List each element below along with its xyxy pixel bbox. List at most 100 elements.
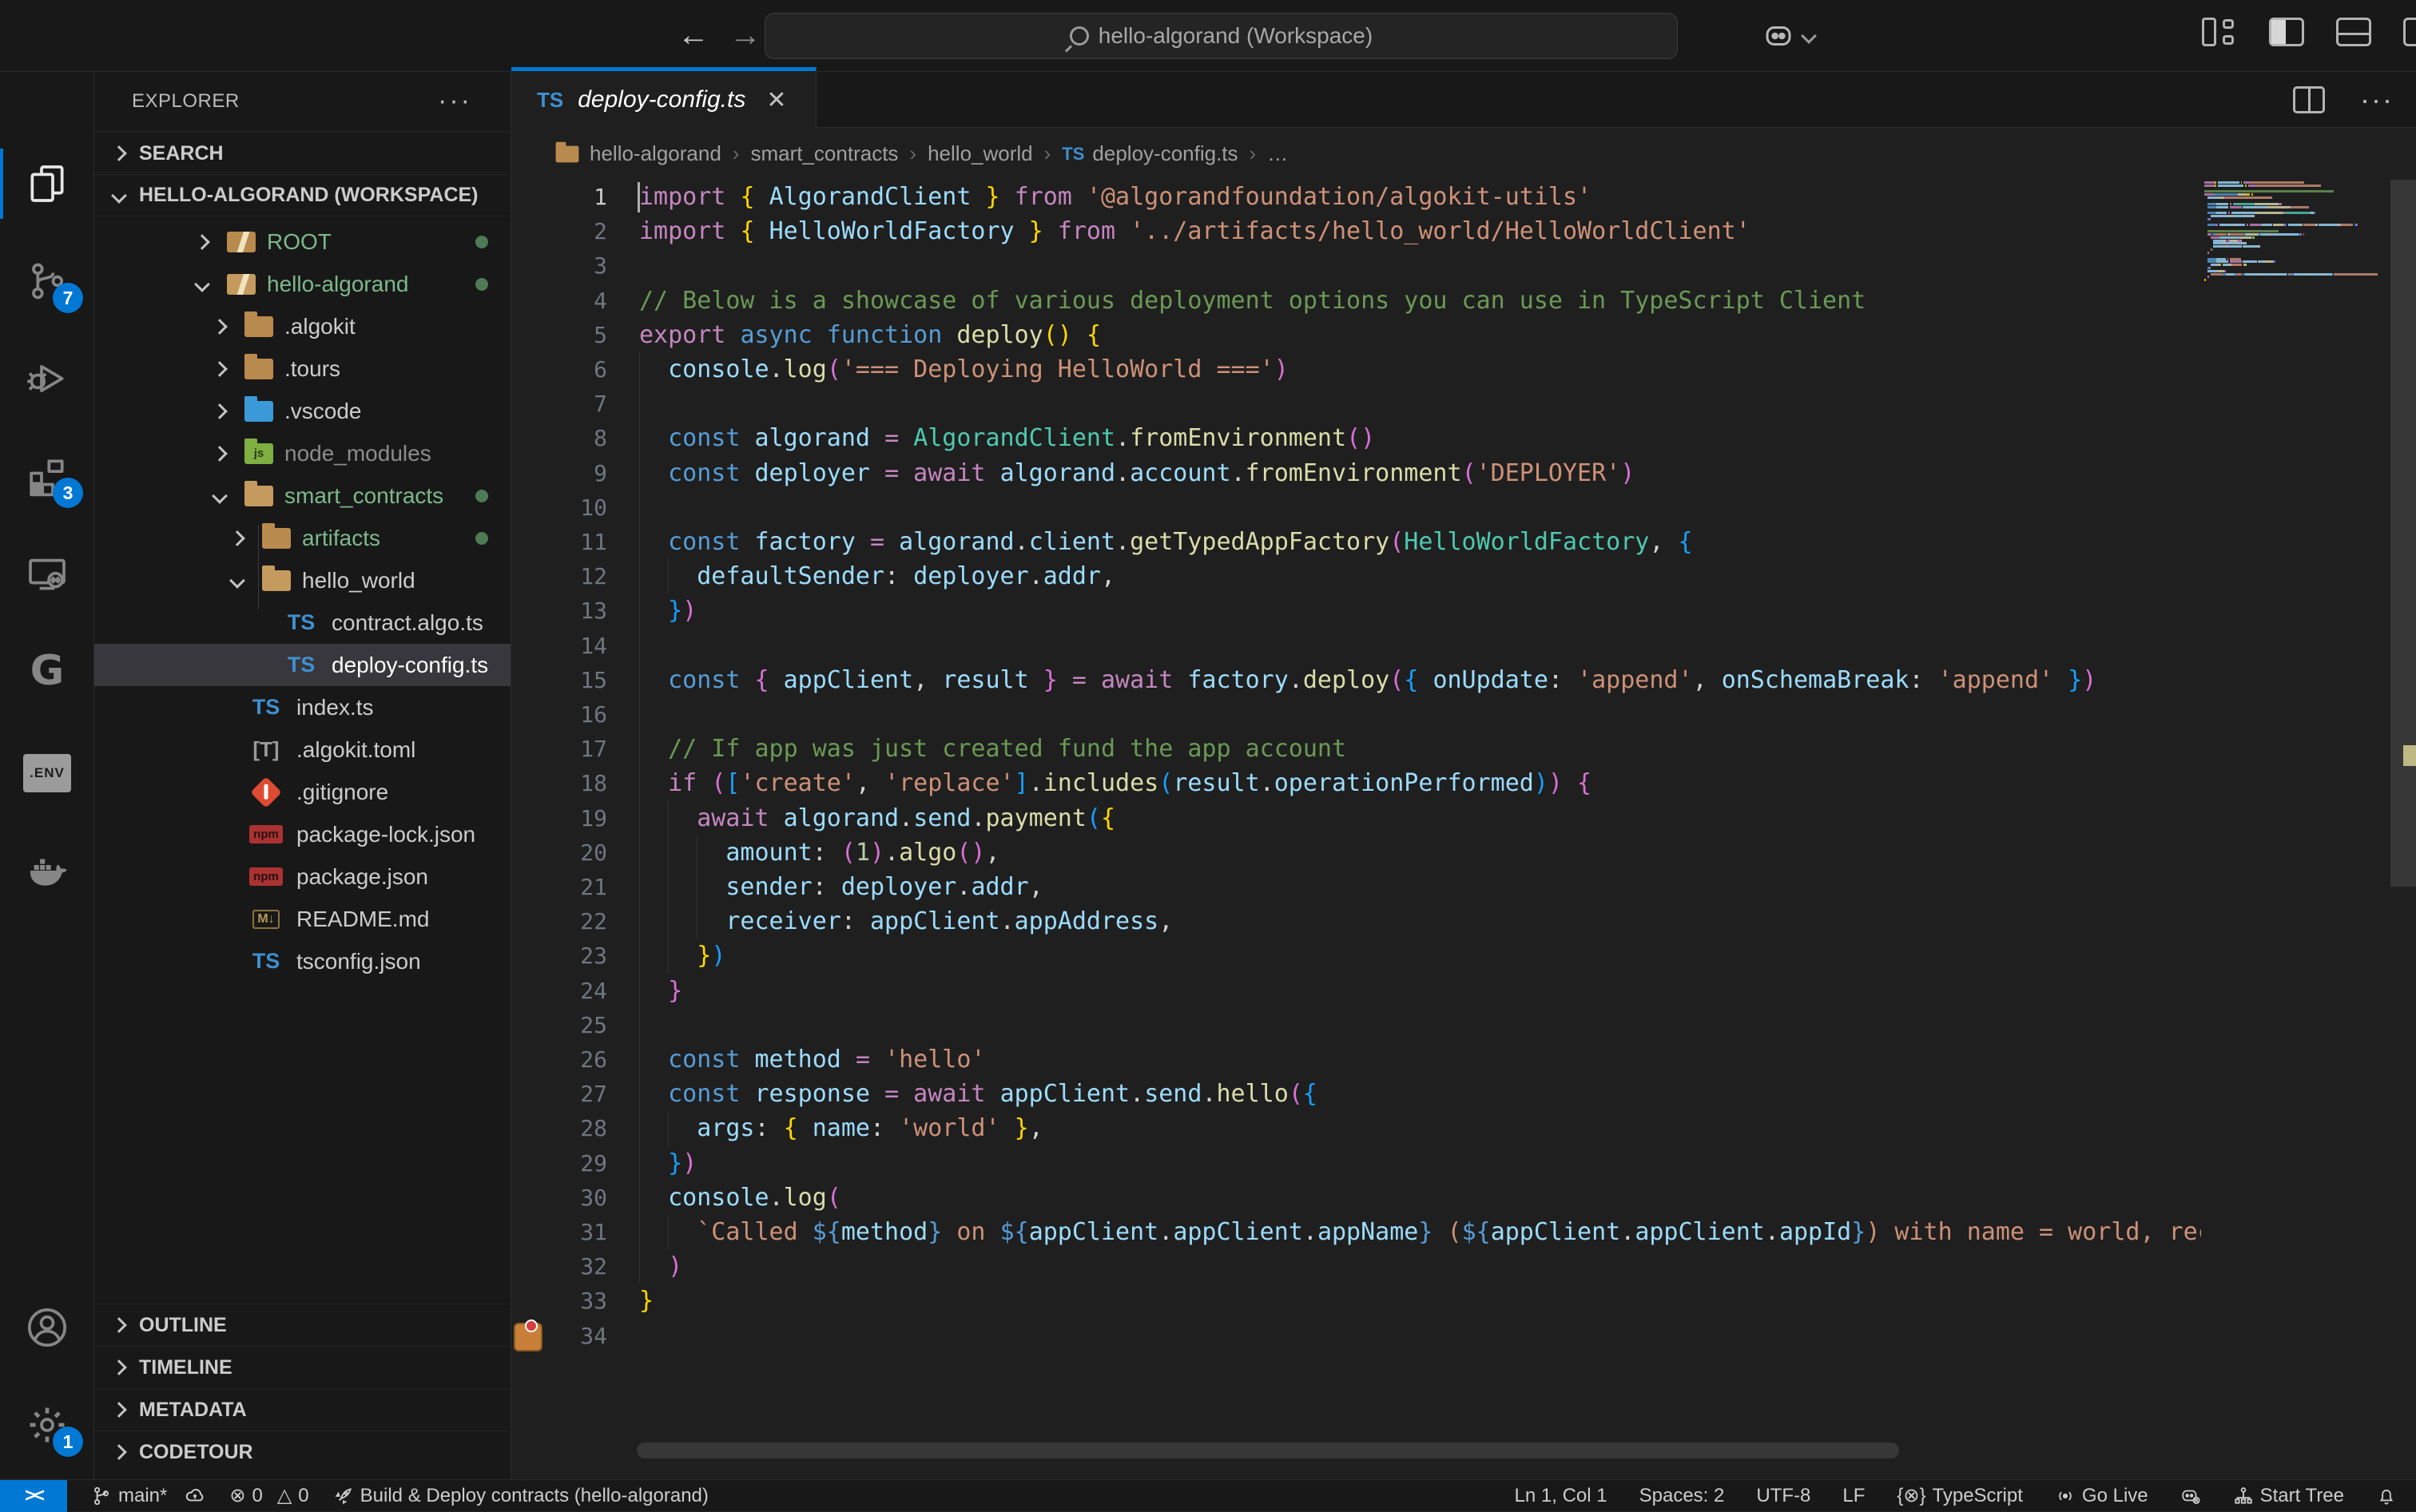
section-workspace[interactable]: HELLO-ALGORAND (WORKSPACE) xyxy=(94,174,511,216)
line-number[interactable]: 21 xyxy=(511,870,607,904)
g-logo-icon[interactable]: G xyxy=(0,629,94,712)
command-center-search[interactable]: hello-algorand (Workspace) xyxy=(765,13,1678,59)
section-metadata[interactable]: METADATA xyxy=(94,1388,511,1431)
notifications-button[interactable] xyxy=(2376,1486,2397,1506)
codetour-marker-icon[interactable] xyxy=(514,1323,542,1351)
settings-gear-icon[interactable]: 1 xyxy=(0,1383,94,1466)
line-number[interactable]: 18 xyxy=(511,766,607,800)
code-line-21[interactable]: sender: deployer.addr, xyxy=(639,870,2201,904)
code-line-3[interactable] xyxy=(639,248,2201,283)
code-line-16[interactable] xyxy=(639,697,2201,732)
tree-item-deploy-config-ts[interactable]: TSdeploy-config.ts xyxy=(94,644,511,686)
breadcrumb-item[interactable]: smart_contracts xyxy=(750,141,898,166)
breadcrumb-item[interactable]: hello-algorand xyxy=(590,141,721,166)
code-line-27[interactable]: const response = await appClient.send.he… xyxy=(639,1077,2201,1111)
line-number[interactable]: 1 xyxy=(511,180,607,214)
tree-item--tours[interactable]: .tours xyxy=(94,347,511,390)
task-button[interactable]: Build & Deploy contracts (hello-algorand… xyxy=(333,1485,709,1507)
close-icon[interactable]: ✕ xyxy=(766,86,786,114)
code-line-32[interactable]: ) xyxy=(639,1249,2201,1284)
tree-item--gitignore[interactable]: .gitignore xyxy=(94,771,511,813)
problems-button[interactable]: ⊗ 0 △ 0 xyxy=(229,1484,308,1507)
code-line-6[interactable]: console.log('=== Deploying HelloWorld ==… xyxy=(639,352,2201,387)
section-outline[interactable]: OUTLINE xyxy=(94,1304,511,1346)
copilot-status-button[interactable] xyxy=(2180,1486,2201,1506)
line-number[interactable]: 28 xyxy=(511,1111,607,1145)
code-line-23[interactable]: }) xyxy=(639,939,2201,973)
code-line-5[interactable]: export async function deploy() { xyxy=(639,318,2201,352)
line-number[interactable]: 24 xyxy=(511,974,607,1008)
line-number[interactable]: 8 xyxy=(511,421,607,455)
code-line-33[interactable]: } xyxy=(639,1284,2201,1318)
code-line-28[interactable]: args: { name: 'world' }, xyxy=(639,1111,2201,1145)
code-line-22[interactable]: receiver: appClient.appAddress, xyxy=(639,904,2201,939)
code-line-24[interactable]: } xyxy=(639,974,2201,1008)
line-number[interactable]: 2 xyxy=(511,214,607,248)
tree-item-smart-contracts[interactable]: smart_contracts xyxy=(94,474,511,517)
code-line-20[interactable]: amount: (1).algo(), xyxy=(639,835,2201,870)
code-line-29[interactable]: }) xyxy=(639,1146,2201,1181)
line-number[interactable]: 27 xyxy=(511,1077,607,1111)
line-number[interactable]: 26 xyxy=(511,1042,607,1077)
line-number[interactable]: 12 xyxy=(511,559,607,593)
nav-forward-button[interactable]: → xyxy=(723,0,768,72)
tree-item-package-lock-json[interactable]: npmpackage-lock.json xyxy=(94,813,511,855)
line-number[interactable]: 31 xyxy=(511,1215,607,1249)
code-line-18[interactable]: if (['create', 'replace'].includes(resul… xyxy=(639,766,2201,800)
tree-item-readme-md[interactable]: M↓README.md xyxy=(94,898,511,940)
line-number[interactable]: 5 xyxy=(511,318,607,352)
customize-layout-icon[interactable] xyxy=(2202,18,2237,46)
go-live-button[interactable]: Go Live xyxy=(2055,1485,2148,1507)
line-number[interactable]: 32 xyxy=(511,1249,607,1284)
line-number[interactable]: 29 xyxy=(511,1146,607,1181)
line-number[interactable]: 20 xyxy=(511,835,607,870)
tree-item-tsconfig-json[interactable]: TStsconfig.json xyxy=(94,940,511,982)
explorer-actions-icon[interactable]: ··· xyxy=(438,85,472,117)
code-line-34[interactable] xyxy=(639,1319,2201,1353)
line-number[interactable]: 19 xyxy=(511,801,607,835)
encoding-button[interactable]: UTF-8 xyxy=(1756,1485,1810,1507)
cursor-position-button[interactable]: Ln 1, Col 1 xyxy=(1515,1485,1607,1507)
docker-icon[interactable] xyxy=(0,829,94,912)
editor-more-actions-icon[interactable]: ··· xyxy=(2360,83,2394,117)
code-line-14[interactable] xyxy=(639,629,2201,663)
line-number[interactable]: 15 xyxy=(511,663,607,697)
code-line-17[interactable]: // If app was just created fund the app … xyxy=(639,732,2201,766)
line-number[interactable]: 3 xyxy=(511,248,607,283)
source-control-icon[interactable]: 7 xyxy=(0,240,94,323)
language-mode-button[interactable]: {⊗} TypeScript xyxy=(1897,1484,2023,1507)
toggle-primary-sidebar-icon[interactable] xyxy=(2269,18,2304,46)
code-line-9[interactable]: const deployer = await algorand.account.… xyxy=(639,456,2201,490)
code-line-10[interactable] xyxy=(639,490,2201,525)
line-number[interactable]: 10 xyxy=(511,490,607,525)
tree-item--vscode[interactable]: .vscode xyxy=(94,390,511,432)
line-number[interactable]: 30 xyxy=(511,1181,607,1215)
section-timeline[interactable]: TIMELINE xyxy=(94,1346,511,1388)
remote-indicator-button[interactable]: >< xyxy=(0,1480,67,1512)
extensions-icon[interactable]: 3 xyxy=(0,435,94,518)
tree-item--algokit-toml[interactable]: [T].algokit.toml xyxy=(94,728,511,771)
tree-item-hello-algorand[interactable]: hello-algorand xyxy=(94,263,511,305)
eol-button[interactable]: LF xyxy=(1842,1485,1865,1507)
breadcrumb-item[interactable]: hello_world xyxy=(928,141,1033,166)
code-line-25[interactable] xyxy=(639,1008,2201,1042)
explorer-icon[interactable] xyxy=(0,142,94,225)
dotenv-icon[interactable]: .ENV xyxy=(0,732,94,815)
breadcrumb-item[interactable]: deploy-config.ts xyxy=(1092,141,1238,166)
line-number[interactable]: 16 xyxy=(511,697,607,732)
branch-button[interactable]: main* xyxy=(91,1485,205,1507)
line-number[interactable]: 4 xyxy=(511,284,607,318)
run-debug-icon[interactable] xyxy=(0,337,94,420)
code-line-30[interactable]: console.log( xyxy=(639,1181,2201,1215)
line-number[interactable]: 25 xyxy=(511,1008,607,1042)
line-number[interactable]: 13 xyxy=(511,593,607,628)
tree-item-hello-world[interactable]: hello_world xyxy=(94,559,511,601)
toggle-secondary-sidebar-icon[interactable] xyxy=(2403,18,2416,46)
split-editor-icon[interactable] xyxy=(2293,86,2325,113)
code-line-12[interactable]: defaultSender: deployer.addr, xyxy=(639,559,2201,593)
code-line-13[interactable]: }) xyxy=(639,593,2201,628)
horizontal-scrollbar[interactable] xyxy=(637,1443,1899,1458)
tree-item-root[interactable]: ROOT xyxy=(94,220,511,263)
tree-item-contract-algo-ts[interactable]: TScontract.algo.ts xyxy=(94,601,511,644)
code-line-7[interactable] xyxy=(639,387,2201,421)
